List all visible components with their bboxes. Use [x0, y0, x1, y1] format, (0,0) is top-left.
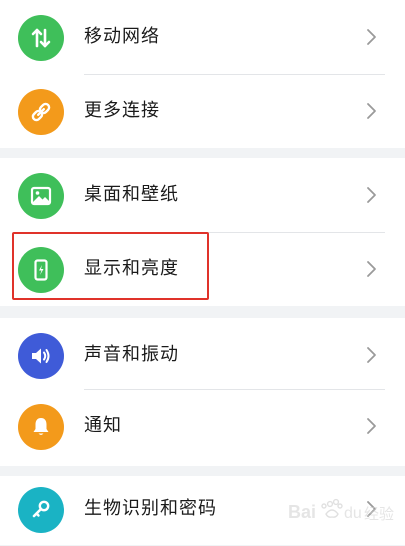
chevron-right-icon — [364, 500, 378, 518]
settings-item-label: 显示和亮度 — [84, 258, 179, 279]
link-icon — [18, 89, 64, 135]
display-brightness-icon — [18, 247, 64, 293]
chevron-right-icon — [364, 346, 378, 364]
chevron-right-icon — [364, 186, 378, 204]
wallpaper-icon — [18, 173, 64, 219]
chevron-right-icon — [364, 102, 378, 120]
settings-item-mobile-network[interactable]: 移动网络 — [0, 0, 405, 74]
key-icon — [18, 487, 64, 533]
mobile-network-icon — [18, 15, 64, 61]
settings-item-more-connections[interactable]: 更多连接 — [0, 74, 405, 148]
settings-group-connectivity: 移动网络 更多连接 — [0, 0, 405, 148]
settings-item-wallpaper[interactable]: 桌面和壁纸 — [0, 158, 405, 232]
settings-page: 移动网络 更多连接 桌面和壁纸 显示和亮度 声音和振动 通知 生物识别和密码 B… — [0, 0, 405, 545]
settings-item-biometrics-password[interactable]: 生物识别和密码 — [0, 472, 405, 546]
speaker-icon — [18, 333, 64, 379]
settings-item-label: 更多连接 — [84, 100, 160, 121]
settings-item-label: 通知 — [84, 415, 122, 436]
settings-item-notifications[interactable]: 通知 — [0, 389, 405, 463]
settings-group-security: 生物识别和密码 — [0, 476, 405, 545]
settings-group-sound: 声音和振动 通知 — [0, 318, 405, 466]
bell-icon — [18, 404, 64, 450]
settings-item-label: 桌面和壁纸 — [84, 184, 179, 205]
chevron-right-icon — [364, 417, 378, 435]
settings-item-label: 生物识别和密码 — [84, 498, 217, 519]
settings-item-sound-vibration[interactable]: 声音和振动 — [0, 318, 405, 392]
settings-group-display: 桌面和壁纸 显示和亮度 — [0, 158, 405, 306]
chevron-right-icon — [364, 260, 378, 278]
settings-item-display-brightness[interactable]: 显示和亮度 — [0, 232, 405, 306]
chevron-right-icon — [364, 28, 378, 46]
settings-item-label: 移动网络 — [84, 26, 160, 47]
settings-item-label: 声音和振动 — [84, 344, 179, 365]
